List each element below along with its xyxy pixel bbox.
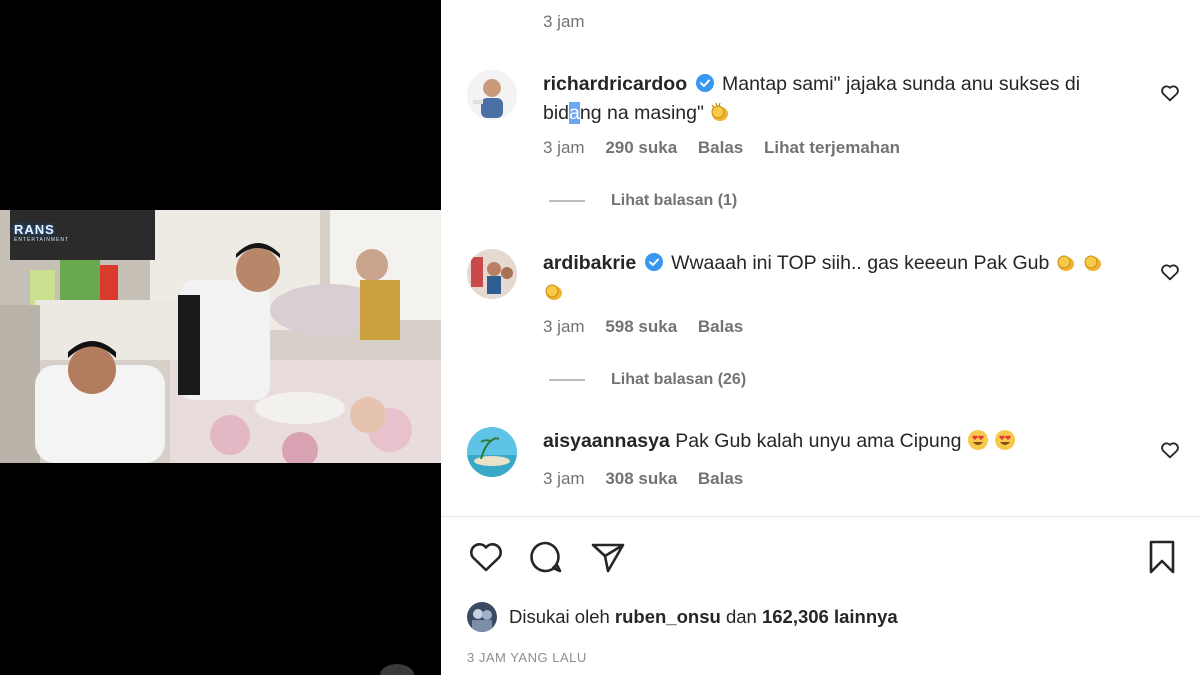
liker-username[interactable]: ruben_onsu xyxy=(615,606,721,628)
avatar[interactable] xyxy=(467,249,517,299)
reply-button[interactable]: Balas xyxy=(698,317,743,336)
comment-text: richardricardoo Mantap sami" jajaka sund… xyxy=(543,70,1128,128)
comment-meta: 3 jam 598 suka Balas xyxy=(543,317,759,337)
channel-logo: RANS xyxy=(14,222,55,237)
like-heart-icon[interactable] xyxy=(467,538,505,576)
view-replies-button[interactable]: Lihat balasan (26) xyxy=(549,371,746,389)
comment-username[interactable]: ardibakrie xyxy=(543,252,636,274)
clapping-hands-icon xyxy=(711,102,729,121)
view-replies-label: Lihat balasan (26) xyxy=(611,371,747,388)
video-frame-illustration xyxy=(0,210,441,463)
post-timestamp: 3 JAM YANG LALU xyxy=(467,650,587,665)
reply-button[interactable]: Balas xyxy=(698,138,743,157)
comment-text: ardibakrie Wwaaah ini TOP siih.. gas kee… xyxy=(543,249,1128,307)
save-bookmark-icon[interactable] xyxy=(1143,538,1181,576)
comment-message-continued: ng na masing" xyxy=(579,102,704,124)
clapping-hands-icon xyxy=(1084,255,1102,271)
comment-likes[interactable]: 598 suka xyxy=(605,317,677,336)
comment-message: Pak Gub kalah unyu ama Cipung xyxy=(675,430,962,452)
comment-message: Wwaaah ini TOP siih.. gas keeeun Pak Gub xyxy=(671,252,1050,274)
screen: RANS ENTERTAINMENT 3 jam richardricardoo xyxy=(0,0,1200,675)
comment-username[interactable]: aisyaannasya xyxy=(543,430,670,452)
translate-button[interactable]: Lihat terjemahan xyxy=(764,138,900,157)
comment-meta: 3 jam 290 suka Balas Lihat terjemahan xyxy=(543,138,916,158)
reply-button[interactable]: Balas xyxy=(698,469,743,488)
heart-eyes-icon xyxy=(967,430,988,450)
likes-middle: dan xyxy=(725,606,757,627)
like-comment-heart-icon[interactable] xyxy=(1159,439,1181,461)
avatar[interactable] xyxy=(467,70,517,120)
comment-likes[interactable]: 308 suka xyxy=(605,469,677,488)
avatar[interactable] xyxy=(467,427,517,477)
clapping-hands-icon xyxy=(1057,255,1074,271)
verified-badge-icon xyxy=(695,74,714,92)
comment-text: aisyaannasya Pak Gub kalah unyu ama Cipu… xyxy=(543,427,1128,456)
comment-meta: 3 jam 308 suka Balas xyxy=(543,469,759,489)
share-send-icon[interactable] xyxy=(589,538,627,576)
like-comment-heart-icon[interactable] xyxy=(1159,261,1181,283)
comments-pane: 3 jam richardricardoo Mantap sami" jajak… xyxy=(441,0,1200,675)
comment-likes[interactable]: 290 suka xyxy=(605,138,677,157)
likes-count[interactable]: 162,306 lainnya xyxy=(762,606,898,628)
actions-divider xyxy=(441,516,1200,517)
replies-divider-line xyxy=(549,200,585,202)
comment-time: 3 jam xyxy=(543,469,585,488)
video-control-dot[interactable] xyxy=(380,664,414,675)
like-comment-heart-icon[interactable] xyxy=(1159,82,1181,104)
comment-time: 3 jam xyxy=(543,317,585,336)
text-selection-highlight: a xyxy=(569,102,580,124)
channel-logo-subtitle: ENTERTAINMENT xyxy=(14,237,70,243)
replies-divider-line xyxy=(549,379,585,381)
comment-username[interactable]: richardricardoo xyxy=(543,73,687,95)
previous-comment-time: 3 jam xyxy=(543,12,585,31)
comment-time: 3 jam xyxy=(543,138,585,157)
view-replies-button[interactable]: Lihat balasan (1) xyxy=(549,192,737,210)
video-player[interactable]: RANS ENTERTAINMENT xyxy=(0,210,441,463)
heart-eyes-icon xyxy=(995,430,1016,450)
clapping-hands-icon xyxy=(545,284,562,300)
video-pane: RANS ENTERTAINMENT xyxy=(0,0,441,675)
liker-avatar[interactable] xyxy=(467,602,497,632)
comment-bubble-icon[interactable] xyxy=(527,538,565,576)
likes-prefix: Disukai oleh xyxy=(509,606,610,627)
verified-badge-icon xyxy=(644,253,663,271)
likes-summary: Disukai oleh ruben_onsu dan 162,306 lain… xyxy=(467,602,898,632)
view-replies-label: Lihat balasan (1) xyxy=(611,192,738,209)
